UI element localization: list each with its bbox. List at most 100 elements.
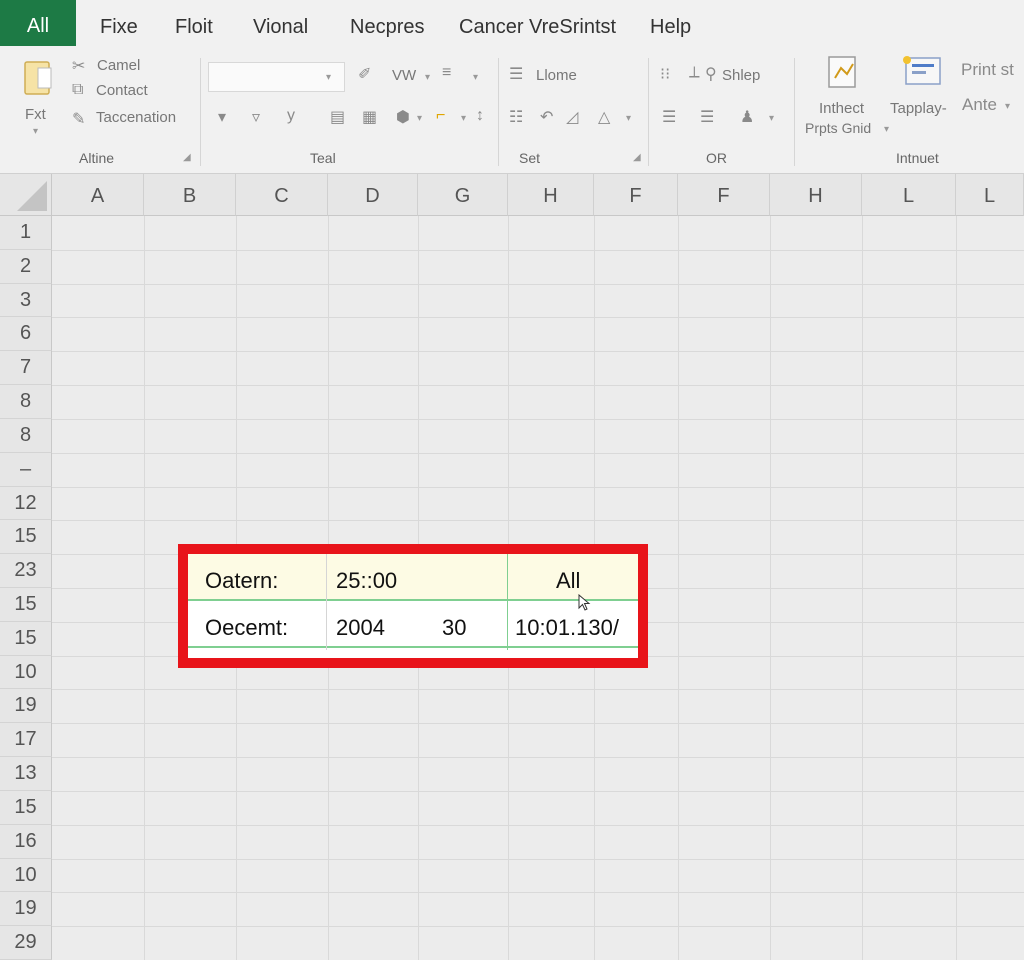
ante-dropdown-icon[interactable]: ▾	[1005, 101, 1010, 112]
row-header[interactable]: 19	[0, 689, 52, 724]
font-name-input[interactable]	[208, 62, 345, 92]
row-header[interactable]: 10	[0, 655, 52, 690]
highlight-pen-icon[interactable]: ✐	[358, 64, 371, 84]
row-header[interactable]: 15	[0, 588, 52, 622]
row-header[interactable]: 12	[0, 486, 52, 521]
cell-value-year[interactable]: 2004	[336, 615, 385, 641]
list-icon[interactable]: ☰	[662, 107, 676, 127]
print-label[interactable]: Print st	[961, 60, 1014, 80]
row-header[interactable]: 8	[0, 418, 52, 453]
cell-value-time[interactable]: 25::00	[336, 568, 397, 594]
row-header[interactable]: 15	[0, 520, 52, 555]
ante-label[interactable]: Ante	[962, 95, 997, 115]
percent-icon[interactable]: ⟂	[689, 64, 700, 82]
menu-tab-cancer[interactable]: Cancer VreSrintst	[459, 0, 616, 46]
orientation-icon[interactable]: ↶	[540, 107, 553, 127]
triangle-icon[interactable]: △	[598, 107, 610, 127]
copy-icon[interactable]: ⧉	[72, 81, 83, 99]
column-header[interactable]: C	[236, 174, 328, 216]
row-header[interactable]: 23	[0, 554, 52, 588]
merge-icon[interactable]: ◿	[566, 107, 578, 127]
row-header[interactable]: 17	[0, 723, 52, 758]
column-header[interactable]: G	[418, 174, 508, 216]
row-header[interactable]: –	[0, 452, 52, 487]
menu-tab-floit[interactable]: Floit	[175, 0, 213, 46]
menu-tab-necpres[interactable]: Necpres	[350, 0, 424, 46]
menu-tab-vional[interactable]: Vional	[253, 0, 308, 46]
wrap-text-icon[interactable]: ☰	[509, 64, 523, 84]
filter-icon[interactable]: ▾	[218, 107, 226, 127]
merge-dropdown-icon[interactable]: ▾	[626, 113, 631, 124]
font-format-label[interactable]: VW	[392, 67, 416, 84]
number-format-icon[interactable]: ⁝⁝	[660, 64, 670, 84]
paste-icon[interactable]	[24, 60, 52, 96]
funnel-icon[interactable]: ▿	[252, 107, 260, 127]
people-dropdown-icon[interactable]: ▾	[769, 113, 774, 124]
cut-icon[interactable]: ✂	[72, 56, 85, 76]
row-header[interactable]: 2	[0, 249, 52, 284]
menu-tab-fixe[interactable]: Fixe	[100, 0, 138, 46]
column-header[interactable]: H	[508, 174, 594, 216]
fill-dropdown-icon[interactable]: ▾	[417, 113, 422, 124]
column-header[interactable]: A	[52, 174, 144, 216]
column-header[interactable]: F	[594, 174, 678, 216]
column-header[interactable]: L	[862, 174, 956, 216]
group-launcher-icon[interactable]: ◢	[633, 152, 641, 163]
row-header[interactable]: 29	[0, 926, 52, 960]
shape-label[interactable]: Shlep	[722, 67, 760, 84]
insert-button-sublabel[interactable]: Prpts Gnid	[805, 120, 871, 136]
display-button-label[interactable]: Tapplay-	[890, 100, 947, 117]
clipboard-item-contact[interactable]: Contact	[96, 82, 148, 99]
row-header[interactable]: 6	[0, 317, 52, 352]
row-header[interactable]: 3	[0, 283, 52, 318]
cell-label-oecemt[interactable]: Oecemt:	[205, 615, 288, 641]
people-icon[interactable]: ♟	[740, 107, 754, 127]
font-color-dropdown-icon[interactable]: ▾	[461, 113, 466, 124]
column-header[interactable]: H	[770, 174, 862, 216]
paste-dropdown-icon[interactable]: ▾	[33, 126, 38, 137]
column-header[interactable]: L	[956, 174, 1024, 216]
italic-icon[interactable]: y	[287, 107, 295, 125]
wrap-text-label[interactable]: Llome	[536, 67, 577, 84]
row-header[interactable]: 19	[0, 892, 52, 927]
row-header[interactable]: 7	[0, 351, 52, 386]
clipboard-item-taccenation[interactable]: Taccenation	[96, 109, 176, 126]
align-dropdown-icon[interactable]: ▾	[473, 72, 478, 83]
menu-tab-help[interactable]: Help	[650, 0, 691, 46]
fill-color-icon[interactable]: ⬢	[396, 107, 410, 127]
row-header[interactable]: 8	[0, 385, 52, 419]
row-header[interactable]: 1	[0, 216, 52, 250]
font-format-dropdown-icon[interactable]: ▾	[425, 72, 430, 83]
font-name-dropdown-icon[interactable]: ▾	[326, 72, 331, 83]
insert-chart-icon[interactable]	[826, 54, 862, 90]
cell-value-timestamp[interactable]: 10:01.130/	[515, 615, 619, 641]
select-all-corner[interactable]	[0, 174, 52, 216]
sort-icon[interactable]: ↕	[476, 107, 484, 125]
list-icon-2[interactable]: ☰	[700, 107, 714, 127]
row-header[interactable]: 15	[0, 621, 52, 656]
clipboard-item-camel[interactable]: Camel	[97, 57, 140, 74]
column-header[interactable]: F	[678, 174, 770, 216]
insert-button-label[interactable]: Inthect	[819, 100, 864, 117]
paste-label[interactable]: Fxt	[25, 106, 46, 123]
grid-icon[interactable]: ▦	[362, 107, 377, 127]
shape-icon[interactable]: ⚲	[705, 64, 717, 84]
row-header[interactable]: 10	[0, 858, 52, 893]
align-icon[interactable]: ≡	[442, 64, 451, 82]
group-launcher-icon[interactable]: ◢	[183, 152, 191, 163]
cell-label-oatern[interactable]: Oatern:	[205, 568, 278, 594]
column-header[interactable]: D	[328, 174, 418, 216]
cell-value-all[interactable]: All	[556, 568, 580, 594]
insert-dropdown-icon[interactable]: ▾	[884, 124, 889, 135]
cell-value-number[interactable]: 30	[442, 615, 466, 641]
row-header[interactable]: 15	[0, 790, 52, 825]
display-icon[interactable]	[900, 54, 944, 90]
menu-tab-all[interactable]: All	[0, 0, 76, 46]
font-color-icon[interactable]: ⌐	[436, 107, 445, 125]
format-painter-icon[interactable]: ✎	[72, 109, 85, 129]
row-header[interactable]: 13	[0, 757, 52, 791]
align-left-icon[interactable]: ☷	[509, 107, 523, 127]
column-header[interactable]: B	[144, 174, 236, 216]
row-header[interactable]: 16	[0, 824, 52, 859]
border-icon[interactable]: ▤	[330, 107, 345, 127]
